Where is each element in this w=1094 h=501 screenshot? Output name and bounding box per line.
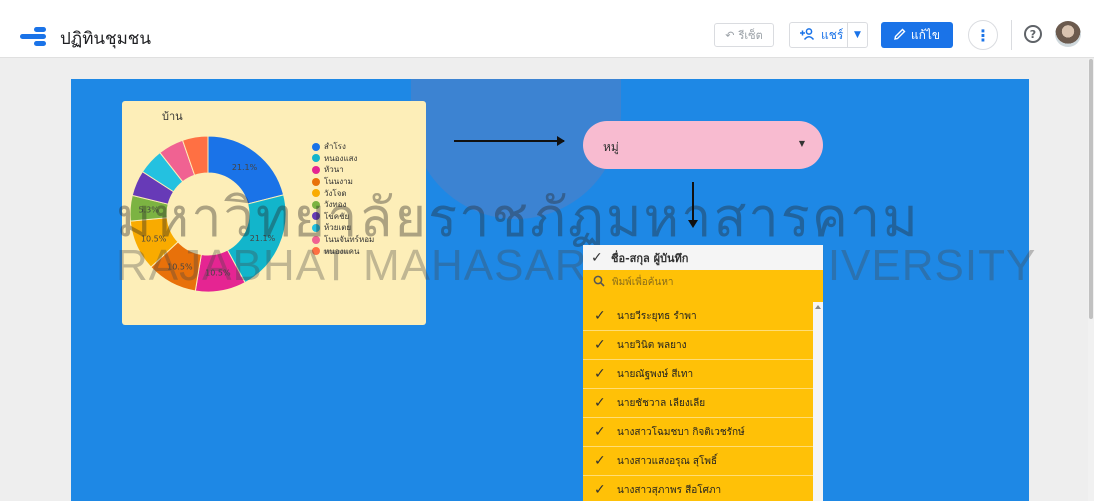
page-scrollbar-thumb[interactable] <box>1089 59 1093 319</box>
legend-item[interactable]: สำโรง <box>312 141 374 153</box>
scroll-up-icon[interactable] <box>815 305 821 309</box>
filter-option-row[interactable]: ✓ นางสาวสุภาพร สีอโศภา <box>583 476 813 501</box>
filter-header-label: ชื่อ-สกุล ผู้บันทึก <box>611 251 689 265</box>
check-icon: ✓ <box>594 337 606 353</box>
filter-option-label: นายวินิต พลยาง <box>617 339 687 351</box>
reset-icon: ↶ <box>725 28 735 42</box>
check-icon: ✓ <box>594 453 606 469</box>
filter-option-row[interactable]: ✓ นายวีระยุทธ รำพา <box>583 302 813 331</box>
filter-option-label: นายวีระยุทธ รำพา <box>617 310 697 322</box>
legend-item[interactable]: หนองแสง <box>312 153 374 165</box>
legend-swatch <box>312 142 320 151</box>
reset-button[interactable]: ↶ รีเซ็ต <box>714 23 774 47</box>
flow-arrow-right <box>454 136 565 146</box>
flow-arrow-down <box>688 182 698 228</box>
name-filter-panel: ✓ ชื่อ-สกุล ผู้บันทึก พิมพ์เพื่อค้นหา ✓ น… <box>583 245 823 501</box>
pencil-icon <box>893 28 906 43</box>
check-icon: ✓ <box>594 308 606 324</box>
filter-option-label: นางสาวสุภาพร สีอโศภา <box>617 484 722 496</box>
user-avatar[interactable] <box>1055 21 1081 47</box>
filter-search-field[interactable]: พิมพ์เพื่อค้นหา <box>583 270 823 295</box>
filter-option-row[interactable]: ✓ นางสาวโฉมชบา กิจติเวชรักษ์ <box>583 418 813 447</box>
share-dropdown-icon[interactable]: ▼ <box>848 30 867 40</box>
app-header: ปฏิทินชุมชน ↶ รีเซ็ต แชร์ ▼ แก้ไข ⋮ ? <box>0 0 1094 58</box>
check-icon: ✓ <box>594 424 606 440</box>
filter-option-row[interactable]: ✓ นางสาวแสงอรุณ สุโพธิ์ <box>583 447 813 476</box>
header-divider <box>1011 20 1012 50</box>
filter-option-row[interactable]: ✓ นายณัฐพงษ์ สีเทา <box>583 360 813 389</box>
edit-button[interactable]: แก้ไข <box>881 22 953 48</box>
filter-option-row[interactable]: ✓ นายวินิต พลยาง <box>583 331 813 360</box>
data-studio-logo-icon[interactable] <box>20 26 50 46</box>
report-canvas: บ้าน 21.1% 21.1% 10.5% 10.5% 10.5% 5.3% สำโรง… <box>71 79 1035 501</box>
filter-option-label: นางสาวโฉมชบา กิจติเวชรักษ์ <box>617 426 745 438</box>
page-scrollbar[interactable] <box>1088 59 1094 501</box>
filter-options-list: ✓ นายวีระยุทธ รำพา ✓ นายวินิต พลยาง ✓ นายณัฐพ… <box>583 302 813 501</box>
moo-filter-label: หมู่ <box>603 140 619 154</box>
search-icon <box>593 275 605 290</box>
help-icon[interactable]: ? <box>1024 25 1042 43</box>
filter-option-label: นางสาวแสงอรุณ สุโพธิ์ <box>617 455 718 467</box>
report-title[interactable]: ปฏิทินชุมชน <box>60 25 151 52</box>
edit-label: แก้ไข <box>910 27 941 42</box>
add-person-icon <box>800 27 816 43</box>
check-icon: ✓ <box>594 482 606 498</box>
filter-search-placeholder: พิมพ์เพื่อค้นหา <box>612 277 674 288</box>
filter-option-row[interactable]: ✓ นายชัชวาล เลียงเลีย <box>583 389 813 418</box>
share-button[interactable]: แชร์ ▼ <box>789 22 868 48</box>
filter-option-label: นายณัฐพงษ์ สีเทา <box>617 368 694 380</box>
moo-filter-dropdown[interactable]: หมู่ ▼ <box>583 121 823 169</box>
filter-list-scrollbar[interactable] <box>813 302 823 501</box>
check-icon: ✓ <box>591 249 603 266</box>
more-options-icon[interactable]: ⋮ <box>968 20 998 50</box>
select-all-row[interactable]: ✓ ชื่อ-สกุล ผู้บันทึก <box>583 245 823 270</box>
check-icon: ✓ <box>594 366 606 382</box>
legend-swatch <box>312 165 320 174</box>
pie-data-label: 21.1% <box>232 163 258 172</box>
check-icon: ✓ <box>594 395 606 411</box>
legend-swatch <box>312 154 320 163</box>
reset-label: รีเซ็ต <box>738 29 763 42</box>
dropdown-caret-icon: ▼ <box>798 139 805 148</box>
filter-option-label: นายชัชวาล เลียงเลีย <box>617 397 706 409</box>
watermark-english-text: RAJABHAT MAHASARAKHAM UNIVERSITY <box>116 241 1037 290</box>
share-label: แชร์ <box>821 27 844 42</box>
